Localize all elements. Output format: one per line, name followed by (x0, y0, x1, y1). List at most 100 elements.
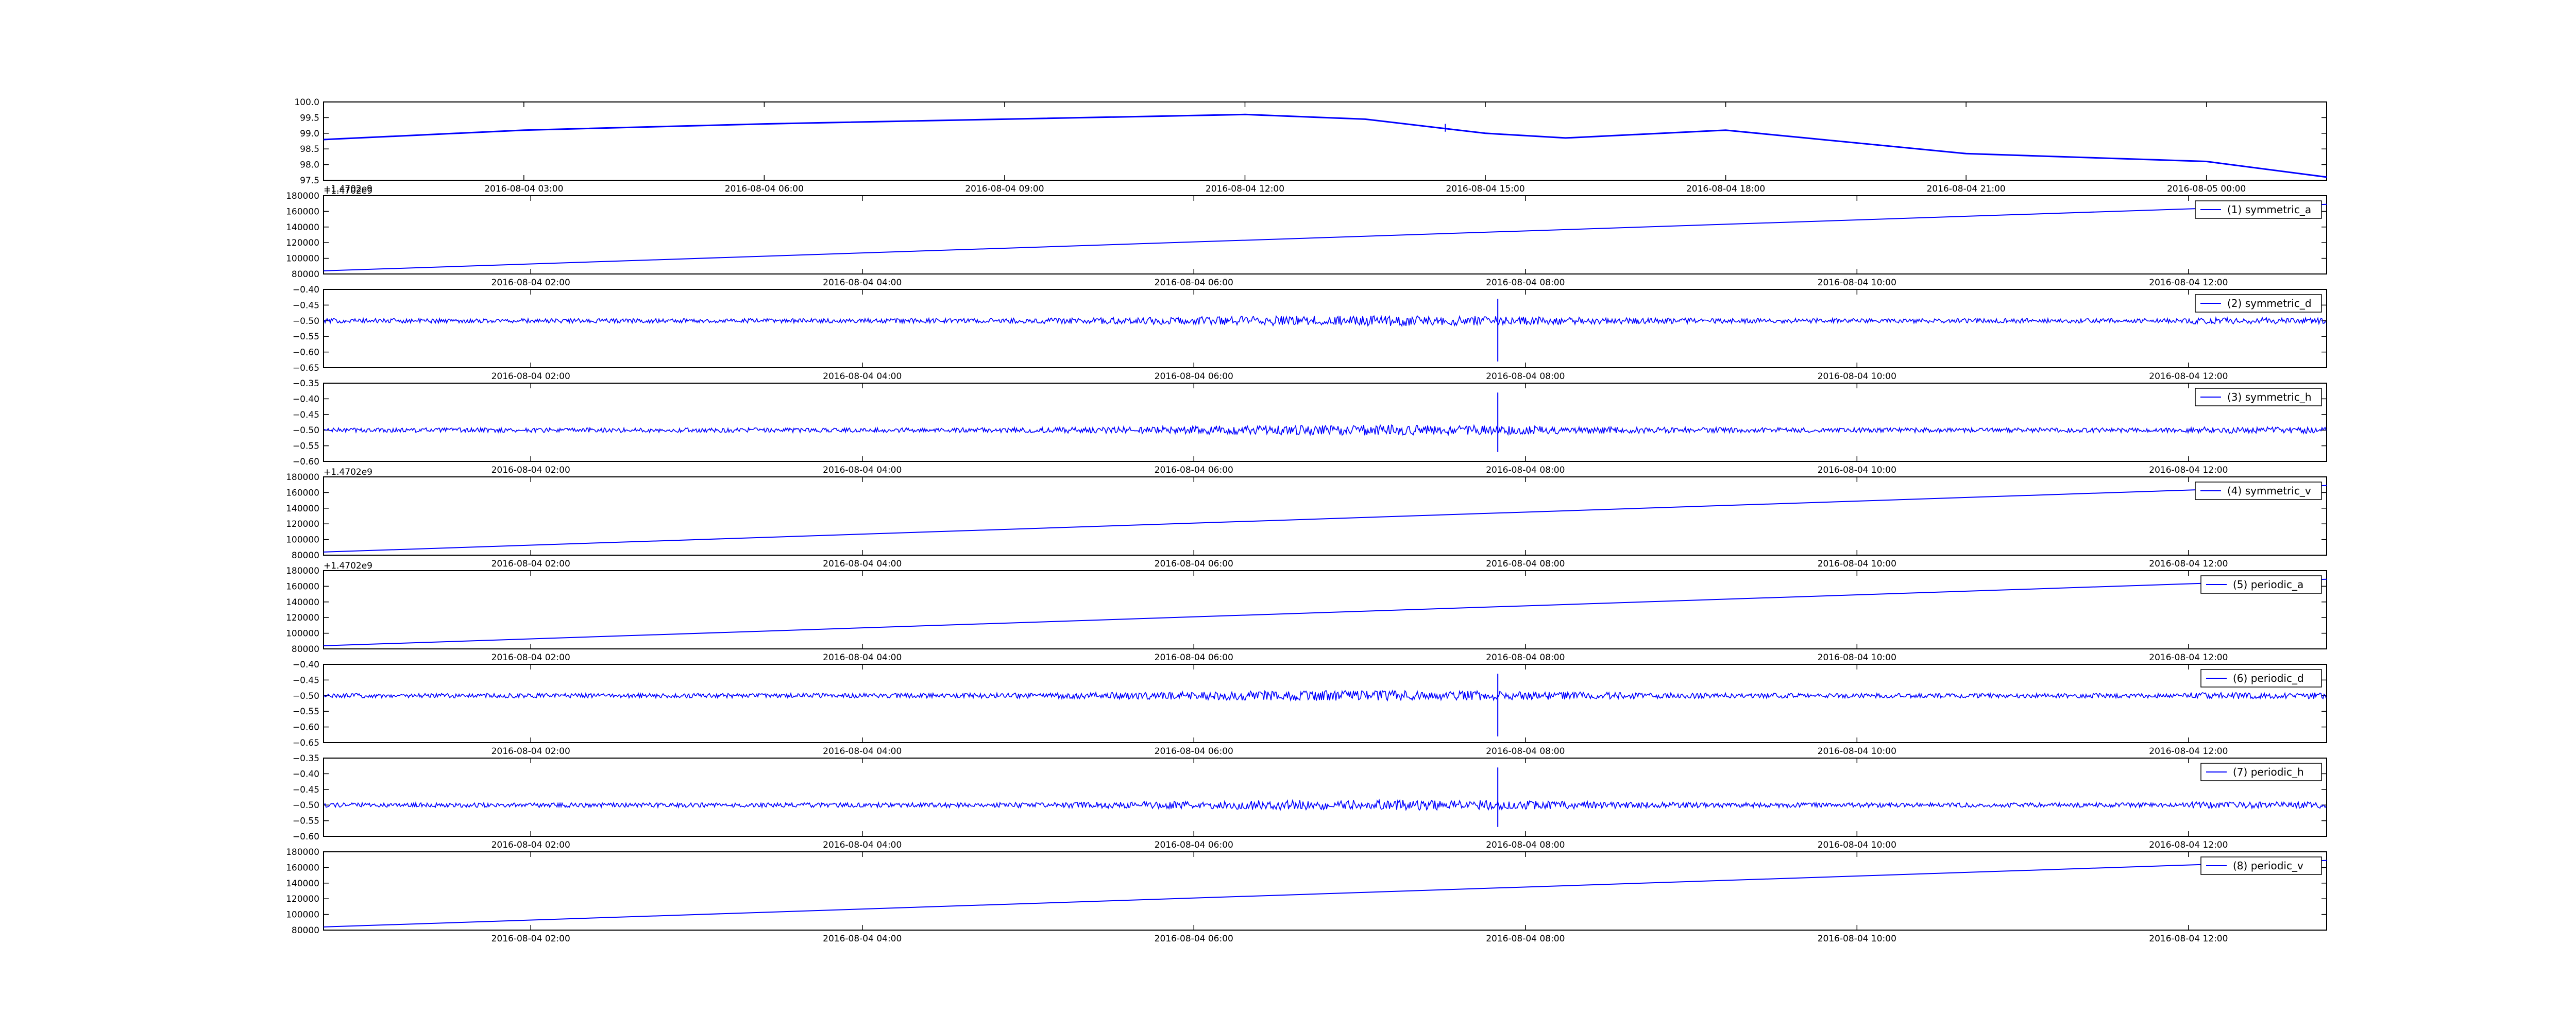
panel-8-ytick-label: −0.50 (293, 800, 319, 811)
panel-9-frame (323, 851, 2327, 931)
panel-1-ytick-label: 99.5 (300, 113, 319, 123)
panel-9-ytick-label: 120000 (286, 894, 319, 904)
panel-6-ytick-label: 160000 (286, 581, 319, 592)
panel-7-ytick-label: −0.55 (293, 707, 319, 717)
panel-4-ytick-label: −0.55 (293, 441, 319, 452)
panel-3-xtick-label: 2016-08-04 12:00 (2149, 371, 2228, 382)
panel-4-ytick-label: −0.40 (293, 394, 319, 404)
panel-8-xtick-label: 2016-08-04 08:00 (1486, 840, 1565, 850)
panel-4-xtick-label: 2016-08-04 04:00 (823, 465, 902, 475)
series-line-1 (323, 113, 2327, 178)
panel-8-ytick-label: −0.55 (293, 816, 319, 827)
legend-3-label: (2) symmetric_d (2227, 297, 2312, 310)
panel-8-frame (323, 758, 2327, 837)
panel-6-xtick-label: 2016-08-04 08:00 (1486, 653, 1565, 663)
panel-2-xtick-label: 2016-08-04 10:00 (1818, 278, 1896, 288)
panel-2-xtick-label: 2016-08-04 08:00 (1486, 278, 1565, 288)
series-line-8 (324, 798, 2327, 811)
panel-7-xtick-label: 2016-08-04 02:00 (492, 746, 570, 757)
panel-5-xtick-label: 2016-08-04 02:00 (492, 559, 570, 569)
panel-7-xtick-label: 2016-08-04 08:00 (1486, 746, 1565, 757)
panel-5-xtick-label: 2016-08-04 04:00 (823, 559, 902, 569)
panel-3-ytick-label: −0.65 (293, 363, 319, 373)
panel-7-ytick-label: −0.50 (293, 691, 319, 701)
panel-5-frame (323, 476, 2327, 556)
panel-4-ytick-label: −0.35 (293, 379, 319, 389)
panel-4-xtick-label: 2016-08-04 10:00 (1818, 465, 1896, 475)
panel-2-ytick-label: 160000 (286, 207, 319, 217)
series-line-2 (323, 203, 2327, 271)
panel-3-ytick-label: −0.55 (293, 332, 319, 342)
panel-6-xtick-label: 2016-08-04 04:00 (823, 653, 902, 663)
panel-7-ytick-label: −0.45 (293, 675, 319, 685)
legend-4-label: (3) symmetric_h (2227, 391, 2312, 403)
panel-1-ytick-label: 99.0 (300, 129, 319, 139)
panel-2-ytick-label: 100000 (286, 254, 319, 264)
panel-3-xtick-label: 2016-08-04 08:00 (1486, 371, 1565, 382)
panel-6-xtick-label: 2016-08-04 06:00 (1155, 653, 1233, 663)
panel-3-xtick-label: 2016-08-04 04:00 (823, 371, 902, 382)
panel-1-offset-label: +1.4702e9 (324, 184, 372, 194)
panel-2-ytick-label: 80000 (292, 269, 319, 280)
panel-6-ytick-label: 120000 (286, 613, 319, 623)
series-line-7 (324, 689, 2327, 702)
panel-2-ytick-label: 180000 (286, 191, 319, 201)
figure: 100.0 99.5 99.0 98.5 98.0 97.5 2016-08-04 03:0… (286, 97, 2327, 944)
panel-7-frame (323, 664, 2327, 743)
panel-9-ytick-label: 80000 (292, 925, 319, 936)
panel-7-ytick-label: −0.60 (293, 723, 319, 733)
panel-1-xtick-label: 2016-08-04 06:00 (725, 184, 804, 194)
panel-2-ytick-label: 140000 (286, 222, 319, 233)
panel-1-ytick-label: 100.0 (294, 97, 319, 108)
panel-7-xtick-label: 2016-08-04 04:00 (823, 746, 902, 757)
series-line-5 (323, 485, 2327, 553)
panel-5-ytick-label: 100000 (286, 535, 319, 545)
panel-8-ytick-label: −0.45 (293, 785, 319, 795)
panel-4-ytick-label: −0.45 (293, 410, 319, 420)
series-line-9 (323, 860, 2327, 928)
panel-6-ytick-label: 140000 (286, 597, 319, 608)
panel-3-ytick-label: −0.50 (293, 316, 319, 327)
legend-5-label: (4) symmetric_v (2227, 485, 2311, 497)
panel-5-xtick-label: 2016-08-04 12:00 (2149, 559, 2228, 569)
panel-9-ytick-label: 160000 (286, 863, 319, 873)
panel-6-xtick-label: 2016-08-04 10:00 (1818, 653, 1896, 663)
panel-4-frame (323, 383, 2327, 462)
legend-2-label: (1) symmetric_a (2227, 203, 2311, 216)
panel-3-ytick-label: −0.40 (293, 285, 319, 295)
panel-3-xtick-label: 2016-08-04 02:00 (492, 371, 570, 382)
panel-5-xtick-label: 2016-08-04 08:00 (1486, 559, 1565, 569)
panel-8-ytick-label: −0.40 (293, 769, 319, 779)
panel-2-xtick-label: 2016-08-04 02:00 (492, 278, 570, 288)
panel-2-ytick-label: 120000 (286, 238, 319, 248)
panel-2-xtick-label: 2016-08-04 12:00 (2149, 278, 2228, 288)
panel-4-xtick-label: 2016-08-04 02:00 (492, 465, 570, 475)
panel-1-ytick-label: 98.0 (300, 160, 319, 170)
panel-5-ytick-label: 180000 (286, 472, 319, 483)
panel-1-xtick-label: 2016-08-04 09:00 (965, 184, 1044, 194)
panel-9-ytick-label: 140000 (286, 879, 319, 889)
panel-9-ytick-label: 180000 (286, 847, 319, 857)
panel-6-frame (323, 570, 2327, 649)
panel-2-xtick-label: 2016-08-04 06:00 (1155, 278, 1233, 288)
panel-1-xtick-label: 2016-08-04 18:00 (1686, 184, 1765, 194)
panel-1-xtick-label: 2016-08-04 15:00 (1446, 184, 1524, 194)
panel-4-ytick-label: −0.50 (293, 425, 319, 436)
panel-7-ytick-label: −0.40 (293, 660, 319, 670)
panel-7-ytick-label: −0.65 (293, 738, 319, 748)
panel-1-frame (323, 101, 2327, 181)
panel-1-xtick-label: 2016-08-04 21:00 (1927, 184, 2006, 194)
panel-8-ytick-label: −0.35 (293, 753, 319, 764)
panel-7-xtick-label: 2016-08-04 06:00 (1155, 746, 1233, 757)
panel-6-offset-label: +1.4702e9 (324, 561, 372, 571)
panel-1-xtick-label: 2016-08-04 12:00 (1206, 184, 1284, 194)
panel-6-xtick-label: 2016-08-04 12:00 (2149, 653, 2228, 663)
panel-3-frame (323, 289, 2327, 368)
panel-1-xtick-label: 2016-08-04 03:00 (484, 184, 563, 194)
panel-9-xtick-label: 2016-08-04 10:00 (1818, 934, 1896, 944)
panel-3-xtick-label: 2016-08-04 06:00 (1155, 371, 1233, 382)
panel-1-ytick-label: 98.5 (300, 144, 319, 154)
panel-2-frame (323, 195, 2327, 274)
panel-5-ytick-label: 140000 (286, 504, 319, 514)
panel-3-ytick-label: −0.60 (293, 348, 319, 358)
